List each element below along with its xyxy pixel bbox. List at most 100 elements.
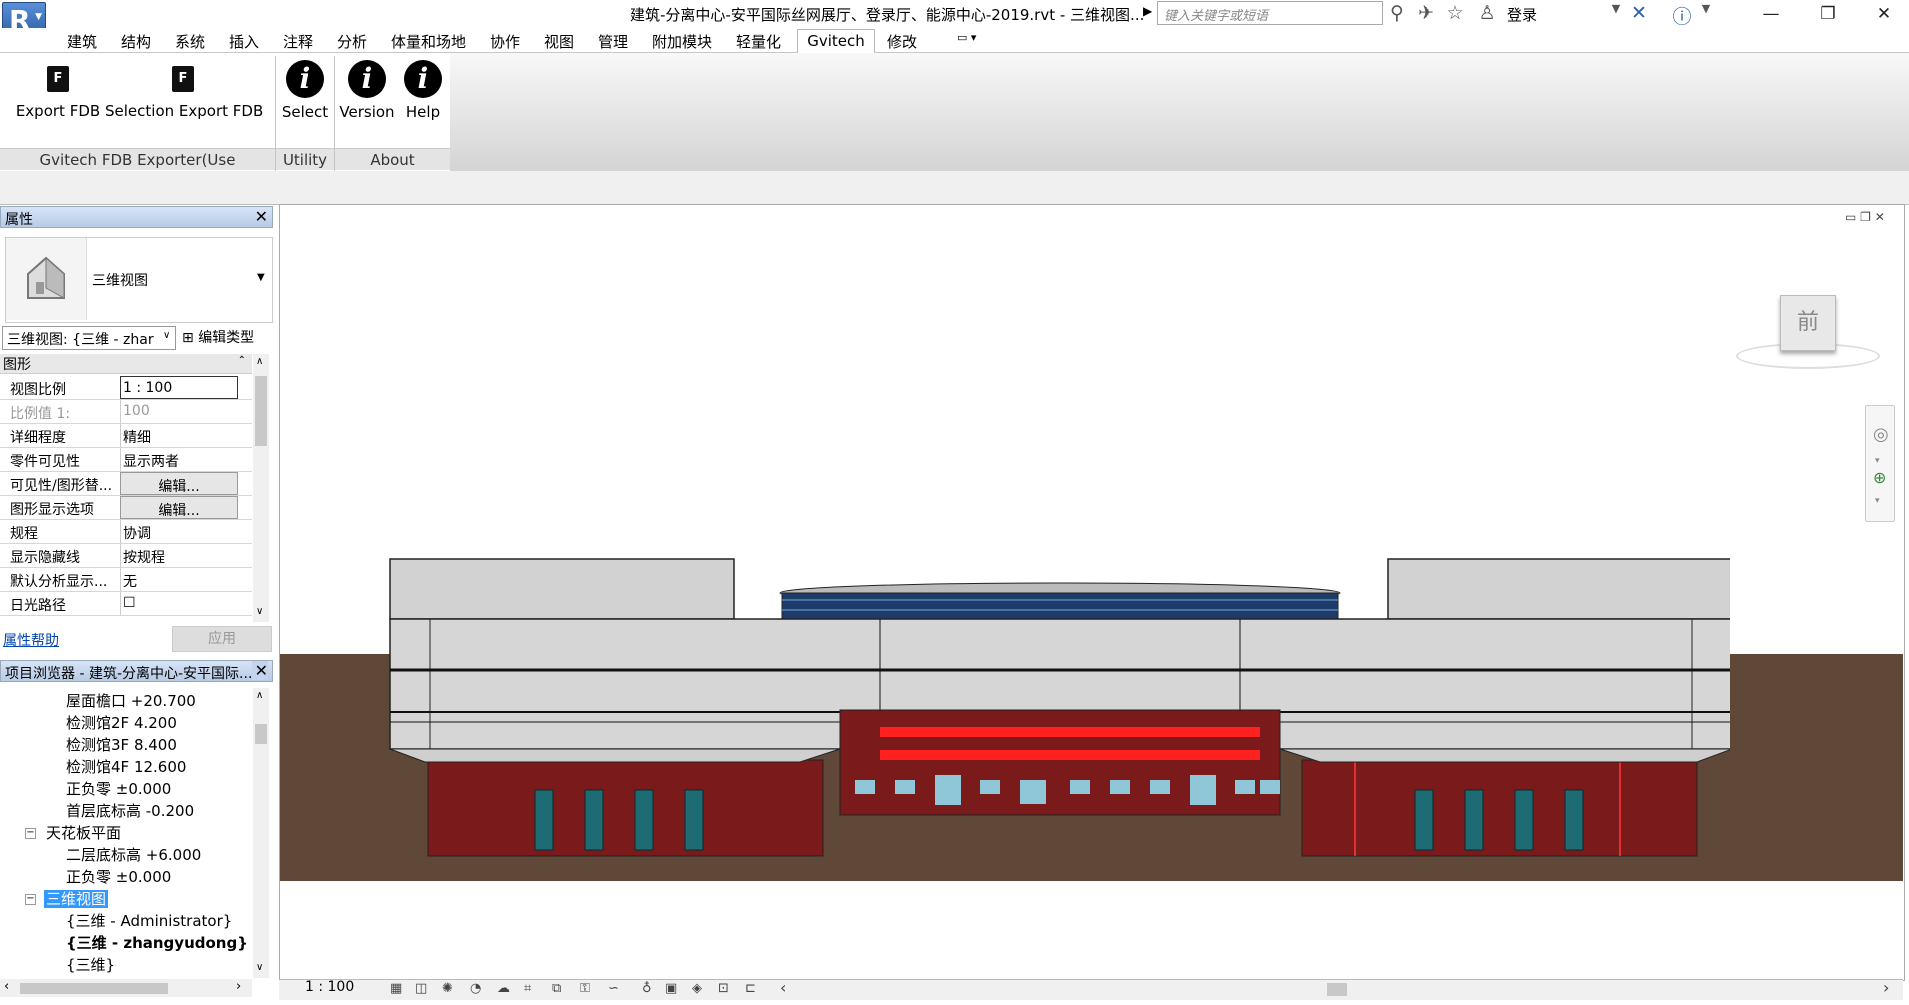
tab-structure[interactable]: 结构 (121, 31, 151, 52)
property-value[interactable]: 无 (120, 568, 238, 591)
close-icon[interactable]: ✕ (255, 207, 268, 226)
tab-annotate[interactable]: 注释 (283, 31, 313, 52)
property-value[interactable]: 精细 (120, 424, 238, 447)
properties-help-link[interactable]: 属性帮助 (3, 630, 59, 650)
property-row[interactable]: 规程 协调 (0, 520, 252, 544)
view-scale-label[interactable]: 1 : 100 (305, 979, 354, 995)
tree-group-3d-views[interactable]: 三维视图 (44, 888, 109, 909)
version-button[interactable]: i Version (336, 60, 398, 121)
view-instance-select[interactable]: 三维视图: {三维 - zhar (2, 326, 176, 350)
sun-path-checkbox[interactable]: ☐ (120, 592, 238, 615)
visibility-edit-button[interactable]: 编辑... (120, 472, 238, 495)
show-crop-icon[interactable]: ⧉ (552, 981, 561, 996)
property-row[interactable]: 显示隐藏线 按规程 (0, 544, 252, 568)
properties-scrollbar[interactable]: ∧ ∨ (253, 354, 269, 622)
tab-systems[interactable]: 系统 (175, 31, 205, 52)
reveal-constraints-icon[interactable]: ⊡ (718, 981, 729, 996)
scroll-down-icon[interactable]: ∨ (256, 962, 263, 973)
close-icon[interactable]: ✕ (251, 661, 268, 680)
graphic-display-edit-button[interactable]: 编辑... (120, 496, 238, 519)
section-graphics[interactable]: 图形 ⌃ (0, 354, 252, 374)
user-icon[interactable]: ♙ (1475, 2, 1499, 24)
property-value[interactable]: 协调 (120, 520, 238, 543)
reveal-hidden-icon[interactable]: ♁ (642, 981, 652, 996)
close-button[interactable]: ✕ (1856, 0, 1909, 28)
tree-item[interactable]: 正负零 ±0.000 (66, 778, 171, 799)
navigation-bar[interactable]: ◎ ▾ ⊕ ▾ (1865, 405, 1895, 522)
help-icon[interactable]: ⓘ (1670, 2, 1694, 28)
visual-style-icon[interactable]: ◫ (415, 981, 427, 996)
selection-export-fdb-button[interactable]: F Selection Export FDB (105, 60, 263, 120)
export-fdb-button[interactable]: F Export FDB (14, 60, 102, 120)
property-row[interactable]: 日光路径 ☐ (0, 592, 252, 616)
lock-view-icon[interactable]: ⚿ (580, 981, 590, 996)
restore-button[interactable]: ❐ (1800, 0, 1856, 28)
view-window-controls[interactable]: ▭ ❐ ✕ (1845, 210, 1885, 224)
scroll-up-icon[interactable]: ∧ (256, 356, 263, 367)
scroll-thumb[interactable] (255, 376, 267, 446)
tab-insert[interactable]: 插入 (229, 31, 259, 52)
star-icon[interactable]: ☆ (1443, 2, 1467, 24)
property-value[interactable]: 显示两者 (120, 448, 238, 471)
tab-gvitech[interactable]: Gvitech (797, 29, 875, 53)
chevron-down-icon[interactable]: ▾ (1875, 456, 1880, 466)
scroll-up-icon[interactable]: ∧ (256, 690, 263, 701)
crop-view-icon[interactable]: ⌗ (524, 981, 531, 996)
tab-addins[interactable]: 附加模块 (652, 31, 712, 52)
scroll-right-icon[interactable]: › (236, 979, 241, 994)
scroll-thumb[interactable] (1327, 983, 1347, 996)
scroll-right-icon[interactable]: › (1883, 978, 1889, 997)
tab-massing-site[interactable]: 体量和场地 (391, 31, 466, 52)
exchange-icon[interactable]: ✕ (1627, 2, 1651, 24)
browser-scrollbar[interactable]: ∧ ∨ (253, 688, 269, 978)
tab-lightweight[interactable]: 轻量化 (736, 31, 781, 52)
tab-architecture[interactable]: 建筑 (67, 31, 97, 52)
property-row[interactable]: 零件可见性 显示两者 (0, 448, 252, 472)
tree-group-ceiling-plans[interactable]: 天花板平面 (46, 822, 121, 843)
tree-item[interactable]: 正负零 ±0.000 (66, 866, 171, 887)
chevron-down-icon[interactable]: ▼ (257, 272, 265, 283)
tab-modify[interactable]: 修改 (887, 31, 917, 52)
tree-item[interactable]: 检测馆2F 4.200 (66, 712, 177, 733)
browser-hscrollbar[interactable]: ‹ › (0, 979, 252, 997)
viewcube[interactable]: 前 (1780, 295, 1836, 351)
temp-view-icon[interactable]: ▣ (665, 981, 677, 996)
tree-item[interactable]: 屋面檐口 +20.700 (66, 690, 196, 711)
property-row[interactable]: 默认分析显示... 无 (0, 568, 252, 592)
collapse-icon[interactable]: − (25, 894, 36, 905)
scroll-thumb[interactable] (255, 724, 267, 744)
property-row[interactable]: 图形显示选项 编辑... (0, 496, 252, 520)
chevron-down-icon[interactable]: ▾ (1875, 496, 1880, 506)
zoom-region-icon[interactable]: ⊕ (1873, 468, 1886, 487)
edit-type-button[interactable]: ⊞ 编辑类型 (182, 327, 254, 347)
view-scale-input[interactable]: 1 : 100 (120, 376, 238, 399)
tab-collaborate[interactable]: 协作 (490, 31, 520, 52)
binoculars-icon[interactable]: ⚲ (1385, 2, 1409, 24)
hide-isolate-icon[interactable]: ∽ (608, 981, 619, 996)
chevron-down-icon[interactable]: ▼ (1694, 2, 1718, 24)
tree-item[interactable]: 检测馆4F 12.600 (66, 756, 186, 777)
tab-analyze[interactable]: 分析 (337, 31, 367, 52)
search-input[interactable]: 键入关键字或短语 (1157, 1, 1383, 25)
render-icon[interactable]: ☁ (497, 981, 510, 996)
satellite-icon[interactable]: ✈ (1414, 2, 1438, 24)
steering-wheel-icon[interactable]: ◎ (1873, 424, 1889, 445)
analysis-display-icon[interactable]: ◈ (692, 981, 702, 996)
collapse-icon[interactable]: − (25, 828, 36, 839)
property-value[interactable]: 按规程 (120, 544, 238, 567)
tab-manage[interactable]: 管理 (598, 31, 628, 52)
chevron-down-icon[interactable]: ∨ (163, 330, 170, 341)
shadows-icon[interactable]: ◔ (470, 981, 481, 996)
property-row[interactable]: 可见性/图形替... 编辑... (0, 472, 252, 496)
apply-button[interactable]: 应用 (172, 626, 272, 652)
help-button[interactable]: i Help (401, 60, 445, 121)
scroll-down-icon[interactable]: ∨ (256, 606, 263, 617)
ribbon-options-icon[interactable]: ▭ ▾ (957, 31, 976, 44)
property-row[interactable]: 视图比例 1 : 100 (0, 376, 252, 400)
highlight-displacement-icon[interactable]: ⊏ (745, 981, 756, 996)
tree-item[interactable]: {三维} (66, 954, 115, 975)
tree-item[interactable]: 检测馆3F 8.400 (66, 734, 177, 755)
minimize-button[interactable]: — (1743, 0, 1799, 28)
tab-view[interactable]: 视图 (544, 31, 574, 52)
tree-item-active[interactable]: {三维 - zhangyudong} (66, 932, 248, 953)
